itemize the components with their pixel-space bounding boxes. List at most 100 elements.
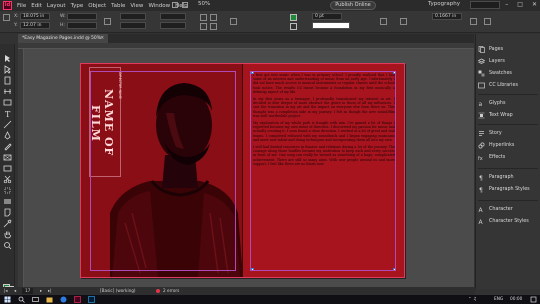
w-field[interactable] xyxy=(67,13,97,20)
panel-separator xyxy=(478,200,538,201)
panel-paragraph[interactable]: ¶ Paragraph xyxy=(478,172,540,183)
y-field[interactable]: 12.07 in xyxy=(20,22,50,29)
close-tab-icon[interactable]: × xyxy=(100,34,104,43)
note-tool-icon[interactable] xyxy=(3,202,12,217)
publish-online-button[interactable]: Publish Online xyxy=(330,1,376,10)
scale-x-field[interactable] xyxy=(120,13,146,20)
pasteboard[interactable]: NAME OF FILM DIRECTOR NAME I first got i… xyxy=(24,49,474,287)
menu-table[interactable]: Table xyxy=(111,3,125,9)
magazine-spread[interactable]: NAME OF FILM DIRECTOR NAME I first got i… xyxy=(80,63,405,278)
rectangle-frame-tool-icon[interactable] xyxy=(3,147,12,161)
status-bar: |◂ ◂ 17 ▸ ▸| [Basic] (working) 2 errors xyxy=(0,287,475,295)
notification-icon[interactable] xyxy=(530,296,537,303)
layers-icon xyxy=(478,58,485,64)
shear-field[interactable] xyxy=(160,22,186,29)
hand-tool-icon[interactable] xyxy=(3,224,12,239)
svg-text:a: a xyxy=(479,101,483,107)
fill-swatch[interactable] xyxy=(290,14,297,21)
stroke-swatch[interactable] xyxy=(290,23,297,30)
frame-fitting-icon[interactable] xyxy=(484,18,491,25)
prev-page-icon[interactable]: ◂ xyxy=(14,288,16,294)
h-field[interactable] xyxy=(67,22,97,29)
pen-tool-icon[interactable] xyxy=(3,125,12,140)
stroke-type-select[interactable] xyxy=(312,22,350,29)
reference-point-icon[interactable] xyxy=(3,14,10,21)
last-page-icon[interactable]: ▸| xyxy=(48,288,52,294)
preflight-errors[interactable]: 2 errors xyxy=(163,288,179,294)
working-style[interactable]: [Basic] (working) xyxy=(100,288,136,294)
menu-file[interactable]: File xyxy=(17,3,26,9)
stroke-weight-field[interactable]: 0 pt xyxy=(312,13,342,20)
rectangle-tool-icon[interactable] xyxy=(3,158,12,172)
screen-mode-icon[interactable] xyxy=(182,2,188,8)
rotate-field[interactable] xyxy=(160,13,186,20)
file-explorer-icon[interactable] xyxy=(46,296,53,303)
rotate-ccw-icon[interactable] xyxy=(210,14,217,21)
input-language[interactable]: ENG xyxy=(494,296,503,303)
scissors-tool-icon[interactable] xyxy=(3,169,12,184)
photoshop-taskbar-icon[interactable] xyxy=(88,296,95,303)
first-page-icon[interactable]: |◂ xyxy=(4,288,8,294)
fx-icon[interactable] xyxy=(400,18,407,25)
constrain-proportions-icon[interactable] xyxy=(104,18,111,25)
tray-icons[interactable]: ⌃ ♫ xyxy=(468,296,477,303)
workspace-switcher[interactable]: Typography xyxy=(428,1,460,7)
menu-edit[interactable]: Edit xyxy=(31,3,42,9)
scale-y-field[interactable] xyxy=(120,22,146,29)
flip-h-icon[interactable] xyxy=(200,23,207,30)
auto-fit-icon[interactable] xyxy=(470,18,477,25)
close-icon[interactable]: ✕ xyxy=(532,1,537,8)
maximize-icon[interactable]: □ xyxy=(517,1,523,8)
x-field[interactable]: 18.075 in xyxy=(20,13,50,20)
panel-character[interactable]: A Character xyxy=(478,204,540,215)
panel-story[interactable]: Story xyxy=(478,128,540,139)
flip-v-icon[interactable] xyxy=(210,23,217,30)
panel-paragraph-styles[interactable]: ¶ Paragraph Styles xyxy=(478,184,540,195)
indesign-taskbar-icon[interactable] xyxy=(74,296,81,303)
panel-glyphs[interactable]: a Glyphs xyxy=(478,98,540,109)
line-tool-icon[interactable] xyxy=(3,114,12,129)
content-collector-icon[interactable] xyxy=(3,92,12,106)
bridge-icon[interactable] xyxy=(172,2,178,8)
drop-shadow-icon[interactable] xyxy=(380,18,387,25)
zoom-tool-icon[interactable] xyxy=(3,235,12,250)
menu-type[interactable]: Type xyxy=(71,3,84,9)
panel-layers[interactable]: Layers xyxy=(478,56,540,67)
selection-tool-icon[interactable] xyxy=(3,48,12,62)
clock[interactable]: 00:00 xyxy=(510,296,522,303)
indesign-app-icon: Id xyxy=(3,1,12,10)
panel-effects[interactable]: fx Effects xyxy=(478,152,540,163)
minimize-icon[interactable]: – xyxy=(505,1,508,8)
search-input[interactable] xyxy=(470,1,500,9)
browser-icon[interactable] xyxy=(60,296,67,303)
eyedropper-tool-icon[interactable] xyxy=(3,213,12,228)
panel-pages[interactable]: Pages xyxy=(478,44,540,55)
menu-layout[interactable]: Layout xyxy=(47,3,66,9)
x-label: X: xyxy=(14,14,19,19)
search-icon[interactable] xyxy=(18,296,25,303)
page-tool-icon[interactable] xyxy=(3,70,12,85)
panel-text-wrap[interactable]: Text Wrap xyxy=(478,110,540,121)
panel-hyperlinks[interactable]: Hyperlinks xyxy=(478,140,540,151)
free-transform-tool-icon[interactable] xyxy=(3,180,12,194)
menu-view[interactable]: View xyxy=(130,3,143,9)
panel-character-styles[interactable]: A Character Styles xyxy=(478,216,540,227)
pencil-tool-icon[interactable] xyxy=(3,136,12,151)
page-number-field[interactable]: 17 xyxy=(22,288,34,294)
select-container-icon[interactable] xyxy=(230,18,237,25)
panel-cc-libraries[interactable]: CC Libraries xyxy=(478,80,540,91)
document-tab[interactable]: *Easy Magazine Pages.indd @ 50% xyxy=(18,34,108,43)
menu-object[interactable]: Object xyxy=(88,3,106,9)
zoom-level[interactable]: 50% xyxy=(198,1,210,7)
windows-start-icon[interactable] xyxy=(4,296,11,303)
type-tool-icon[interactable]: T xyxy=(3,103,12,119)
direct-selection-tool-icon[interactable] xyxy=(3,59,12,74)
panel-swatches[interactable]: Swatches xyxy=(478,68,540,79)
gap-tool-icon[interactable] xyxy=(3,81,12,94)
dimension-field[interactable]: 0.1667 in xyxy=(432,13,462,20)
gradient-tool-icon[interactable] xyxy=(3,191,12,204)
menu-window[interactable]: Window xyxy=(148,3,170,9)
task-view-icon[interactable] xyxy=(32,296,39,303)
rotate-cw-icon[interactable] xyxy=(200,14,207,21)
next-page-icon[interactable]: ▸ xyxy=(40,288,42,294)
